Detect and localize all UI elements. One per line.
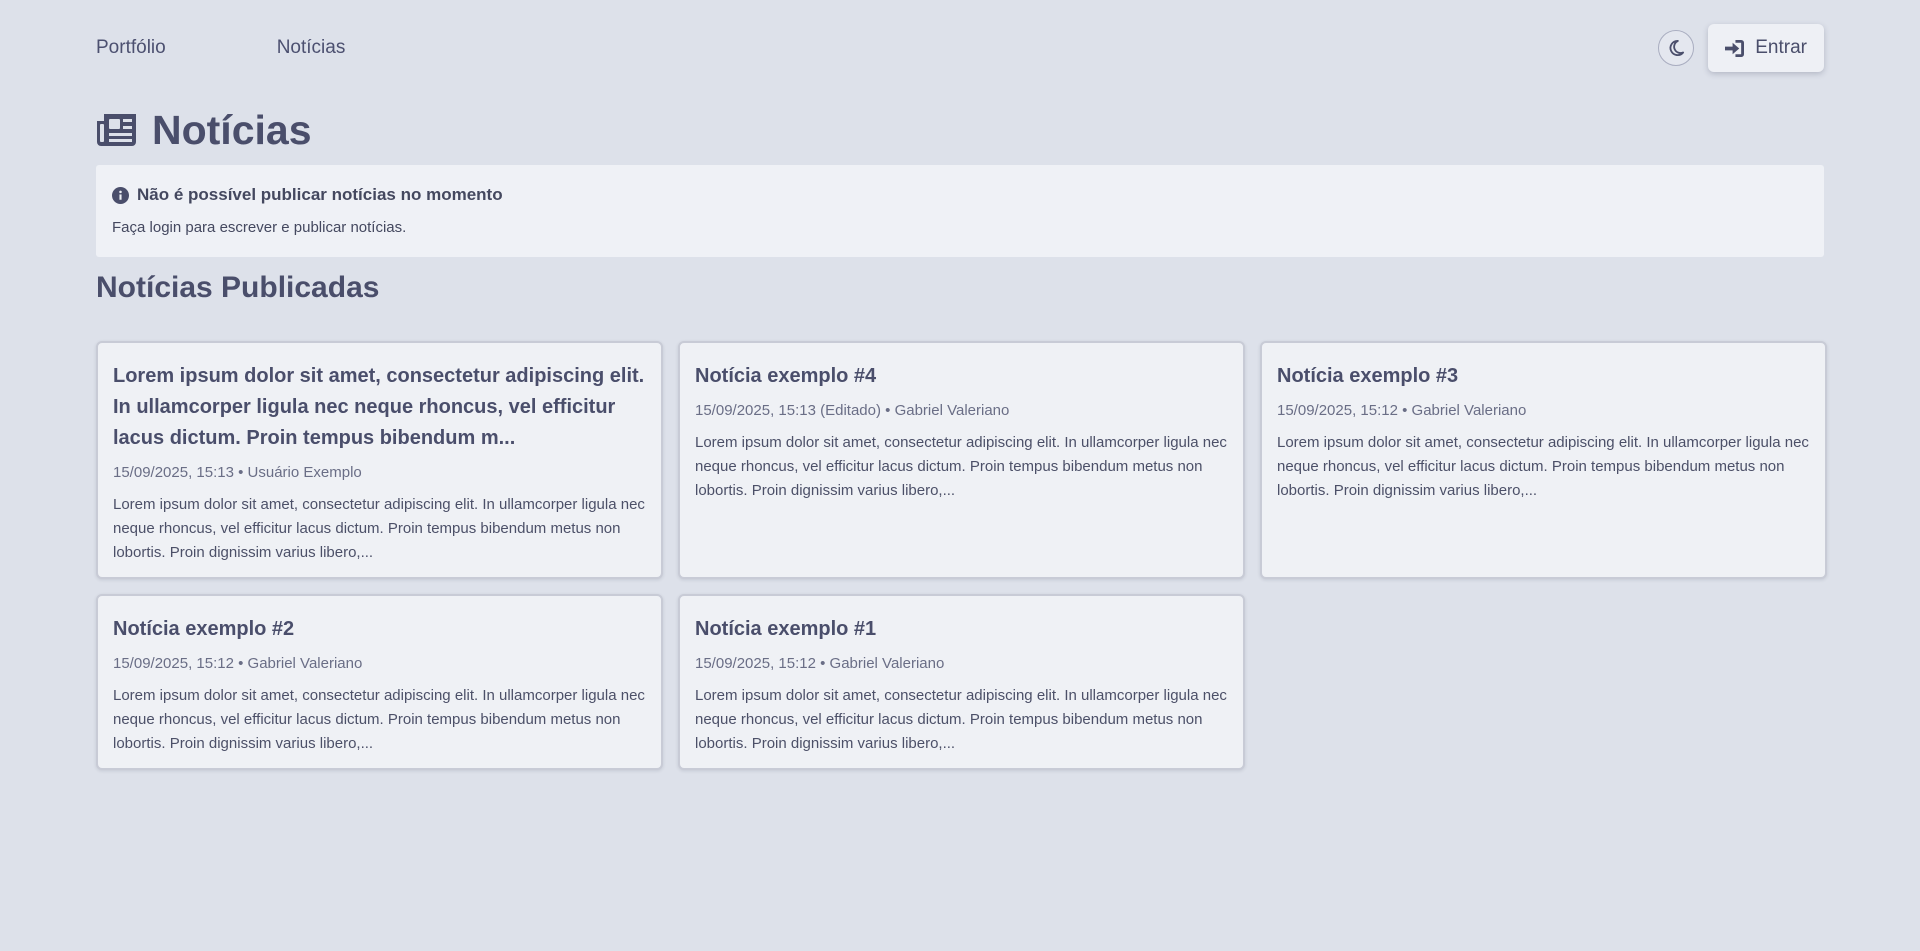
- nav-link-noticias[interactable]: Notícias: [277, 37, 346, 59]
- news-card-meta: 15/09/2025, 15:13 (Editado) • Gabriel Va…: [695, 402, 1010, 419]
- login-button[interactable]: Entrar: [1708, 24, 1824, 72]
- alert-title-text: Não é possível publicar notícias no mome…: [137, 185, 503, 204]
- top-nav: Portfólio Notícias Entrar: [96, 0, 1824, 96]
- news-card-meta: 15/09/2025, 15:12 • Gabriel Valeriano: [1277, 402, 1527, 419]
- news-card[interactable]: Notícia exemplo #2 15/09/2025, 15:12 • G…: [96, 594, 663, 770]
- news-card-title: Lorem ipsum dolor sit amet, consectetur …: [113, 365, 645, 449]
- news-card-meta: 15/09/2025, 15:13 • Usuário Exemplo: [113, 464, 362, 481]
- news-card-meta: 15/09/2025, 15:12 • Gabriel Valeriano: [113, 655, 363, 672]
- section-title: Notícias Publicadas: [96, 271, 380, 304]
- nav-actions: Entrar: [1658, 24, 1824, 72]
- news-card[interactable]: Notícia exemplo #4 15/09/2025, 15:13 (Ed…: [678, 341, 1245, 579]
- news-card-title: Notícia exemplo #2: [113, 618, 295, 640]
- info-circle-icon: [112, 186, 129, 204]
- newspaper-icon: [96, 111, 138, 149]
- news-card-excerpt: Lorem ipsum dolor sit amet, consectetur …: [1277, 434, 1809, 499]
- news-grid: Lorem ipsum dolor sit amet, consectetur …: [96, 341, 1827, 770]
- news-card-title: Notícia exemplo #4: [695, 365, 877, 387]
- news-card-title: Notícia exemplo #3: [1277, 365, 1459, 387]
- sign-in-icon: [1724, 39, 1745, 58]
- news-card[interactable]: Lorem ipsum dolor sit amet, consectetur …: [96, 341, 663, 579]
- moon-icon: [1667, 39, 1685, 57]
- page-title-text: Notícias: [152, 106, 312, 153]
- nav-links: Portfólio Notícias: [96, 37, 456, 59]
- news-card-excerpt: Lorem ipsum dolor sit amet, consectetur …: [113, 687, 645, 752]
- alert-text: Faça login para escrever e publicar notí…: [112, 219, 407, 236]
- nav-link-portfolio[interactable]: Portfólio: [96, 37, 166, 59]
- login-button-label: Entrar: [1755, 37, 1807, 58]
- news-card-excerpt: Lorem ipsum dolor sit amet, consectetur …: [113, 496, 645, 561]
- page: Portfólio Notícias Entrar Notícias Não é…: [0, 0, 1920, 951]
- info-alert: Não é possível publicar notícias no mome…: [96, 165, 1824, 257]
- page-title: Notícias: [96, 100, 1824, 160]
- news-card[interactable]: Notícia exemplo #1 15/09/2025, 15:12 • G…: [678, 594, 1245, 770]
- news-card-meta: 15/09/2025, 15:12 • Gabriel Valeriano: [695, 655, 945, 672]
- news-card-excerpt: Lorem ipsum dolor sit amet, consectetur …: [695, 434, 1227, 499]
- alert-title: Não é possível publicar notícias no mome…: [112, 185, 1808, 205]
- theme-toggle-button[interactable]: [1658, 30, 1695, 66]
- news-card-excerpt: Lorem ipsum dolor sit amet, consectetur …: [695, 687, 1227, 752]
- news-card-title: Notícia exemplo #1: [695, 618, 877, 640]
- news-card[interactable]: Notícia exemplo #3 15/09/2025, 15:12 • G…: [1260, 341, 1827, 579]
